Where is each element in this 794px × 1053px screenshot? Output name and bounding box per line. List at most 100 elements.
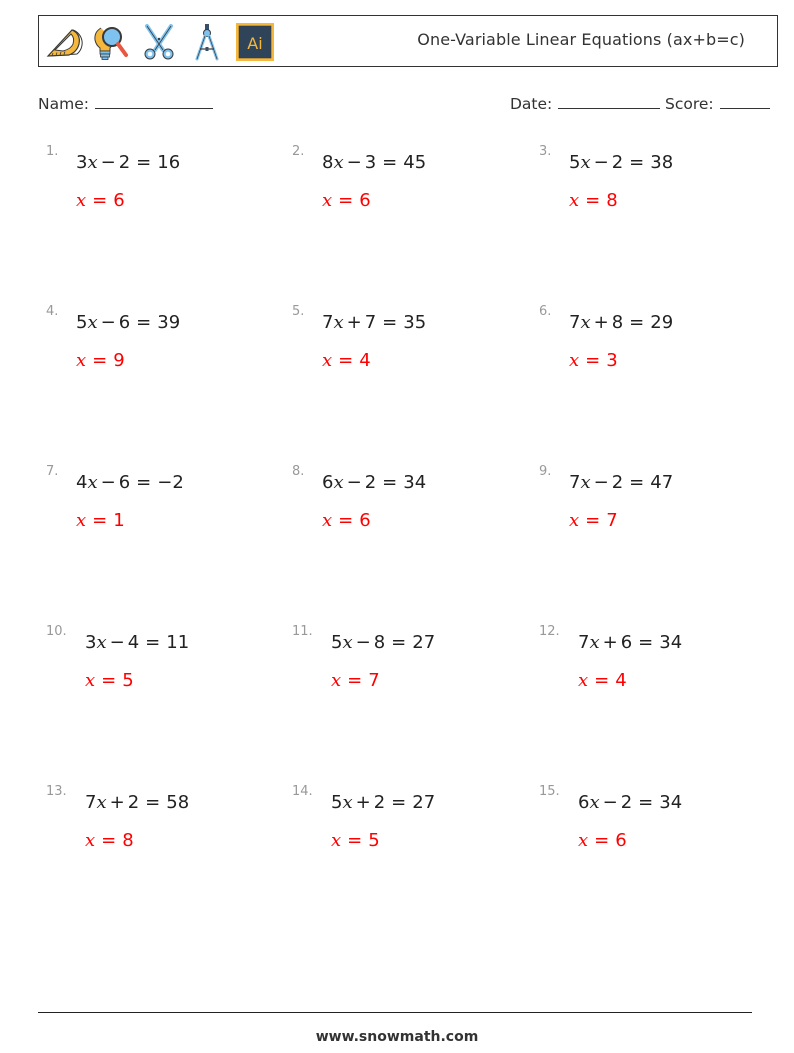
answer: x = 7: [569, 510, 618, 531]
score-blank[interactable]: [719, 92, 770, 109]
equation-variable: x: [87, 472, 98, 493]
answer-variable: x: [322, 510, 333, 531]
answer-variable: x: [85, 830, 96, 851]
answer-variable: x: [569, 510, 580, 531]
equation-constant: 6: [620, 632, 633, 653]
equation-constant: 8: [373, 632, 386, 653]
answer-equals: =: [338, 190, 354, 211]
answer-equals: =: [92, 510, 108, 531]
equation-coefficient: 6: [322, 472, 334, 493]
answer-value: 5: [368, 830, 380, 851]
problem-item: 15. 6x −2 = 34 x = 6: [539, 784, 769, 884]
problem-number: 4.: [46, 304, 59, 319]
equation-operator: −: [355, 632, 371, 653]
equation: 5x −8 = 27: [331, 632, 435, 653]
equation-variable: x: [342, 792, 353, 813]
equation-coefficient: 8: [322, 152, 334, 173]
equation-result: 38: [650, 152, 674, 173]
answer: x = 6: [578, 830, 627, 851]
answer-variable: x: [322, 190, 333, 211]
name-blank[interactable]: [94, 92, 213, 109]
equation-variable: x: [87, 152, 98, 173]
equation-coefficient: 6: [578, 792, 590, 813]
answer-variable: x: [85, 670, 96, 691]
equation: 7x +7 = 35: [322, 312, 426, 333]
equation-constant: 2: [611, 152, 624, 173]
name-label: Name:: [38, 95, 89, 113]
equation-coefficient: 4: [76, 472, 88, 493]
answer: x = 6: [322, 190, 371, 211]
answer-equals: =: [585, 350, 601, 371]
problem-number: 6.: [539, 304, 552, 319]
equation-equals: =: [382, 472, 398, 493]
equation-variable: x: [580, 152, 591, 173]
equation-constant: 6: [118, 472, 131, 493]
problem-number: 14.: [292, 784, 313, 799]
equation: 7x +2 = 58: [85, 792, 189, 813]
equation-constant: 7: [364, 312, 377, 333]
answer: x = 6: [76, 190, 125, 211]
answer-equals: =: [594, 830, 610, 851]
equation-result: 47: [650, 472, 674, 493]
equation-operator: −: [602, 792, 618, 813]
answer-equals: =: [347, 670, 363, 691]
answer-equals: =: [347, 830, 363, 851]
equation-constant: 2: [127, 792, 140, 813]
equation-equals: =: [638, 792, 654, 813]
equation: 7x +6 = 34: [578, 632, 682, 653]
equation-constant: 4: [127, 632, 140, 653]
problem-number: 7.: [46, 464, 59, 479]
answer-value: 9: [113, 350, 125, 371]
problem-item: 8. 6x −2 = 34 x = 6: [292, 464, 522, 564]
worksheet-header: Ai One-Variable Linear Equations (ax+b=c…: [38, 15, 778, 67]
problem-item: 12. 7x +6 = 34 x = 4: [539, 624, 769, 724]
equation-equals: =: [136, 312, 152, 333]
answer: x = 6: [322, 510, 371, 531]
answer-variable: x: [578, 830, 589, 851]
date-blank[interactable]: [558, 92, 661, 109]
protractor-icon: [43, 22, 83, 62]
equation-result: 11: [166, 632, 190, 653]
equation-operator: −: [100, 472, 116, 493]
equation-equals: =: [382, 312, 398, 333]
equation-equals: =: [629, 312, 645, 333]
problem-number: 13.: [46, 784, 67, 799]
problem-item: 14. 5x +2 = 27 x = 5: [292, 784, 522, 884]
answer-value: 6: [359, 510, 371, 531]
adobe-illustrator-icon: Ai: [235, 22, 275, 62]
answer-value: 3: [606, 350, 618, 371]
equation-operator: +: [593, 312, 609, 333]
equation-constant: 3: [364, 152, 377, 173]
problem-number: 3.: [539, 144, 552, 159]
equation-constant: 2: [373, 792, 386, 813]
equation-variable: x: [333, 472, 344, 493]
problem-number: 2.: [292, 144, 305, 159]
equation-operator: −: [346, 472, 362, 493]
lightbulb-magnifier-icon: [91, 22, 131, 62]
answer-equals: =: [585, 190, 601, 211]
equation-coefficient: 5: [569, 152, 581, 173]
answer-equals: =: [338, 350, 354, 371]
svg-text:Ai: Ai: [247, 34, 262, 53]
answer-variable: x: [569, 350, 580, 371]
answer: x = 5: [85, 670, 134, 691]
equation-constant: 8: [611, 312, 624, 333]
equation-coefficient: 7: [85, 792, 97, 813]
answer: x = 4: [322, 350, 371, 371]
answer-value: 6: [359, 190, 371, 211]
footer-divider: [38, 1012, 752, 1013]
equation-equals: =: [629, 152, 645, 173]
problem-number: 15.: [539, 784, 560, 799]
equation-variable: x: [580, 312, 591, 333]
equation-result: 27: [412, 632, 436, 653]
equation-operator: +: [355, 792, 371, 813]
answer-equals: =: [92, 350, 108, 371]
answer-equals: =: [101, 670, 117, 691]
equation: 5x +2 = 27: [331, 792, 435, 813]
equation-variable: x: [87, 312, 98, 333]
problem-item: 6. 7x +8 = 29 x = 3: [539, 304, 769, 404]
equation-result: 34: [659, 792, 683, 813]
equation-coefficient: 3: [85, 632, 97, 653]
equation-operator: −: [593, 152, 609, 173]
problem-item: 5. 7x +7 = 35 x = 4: [292, 304, 522, 404]
